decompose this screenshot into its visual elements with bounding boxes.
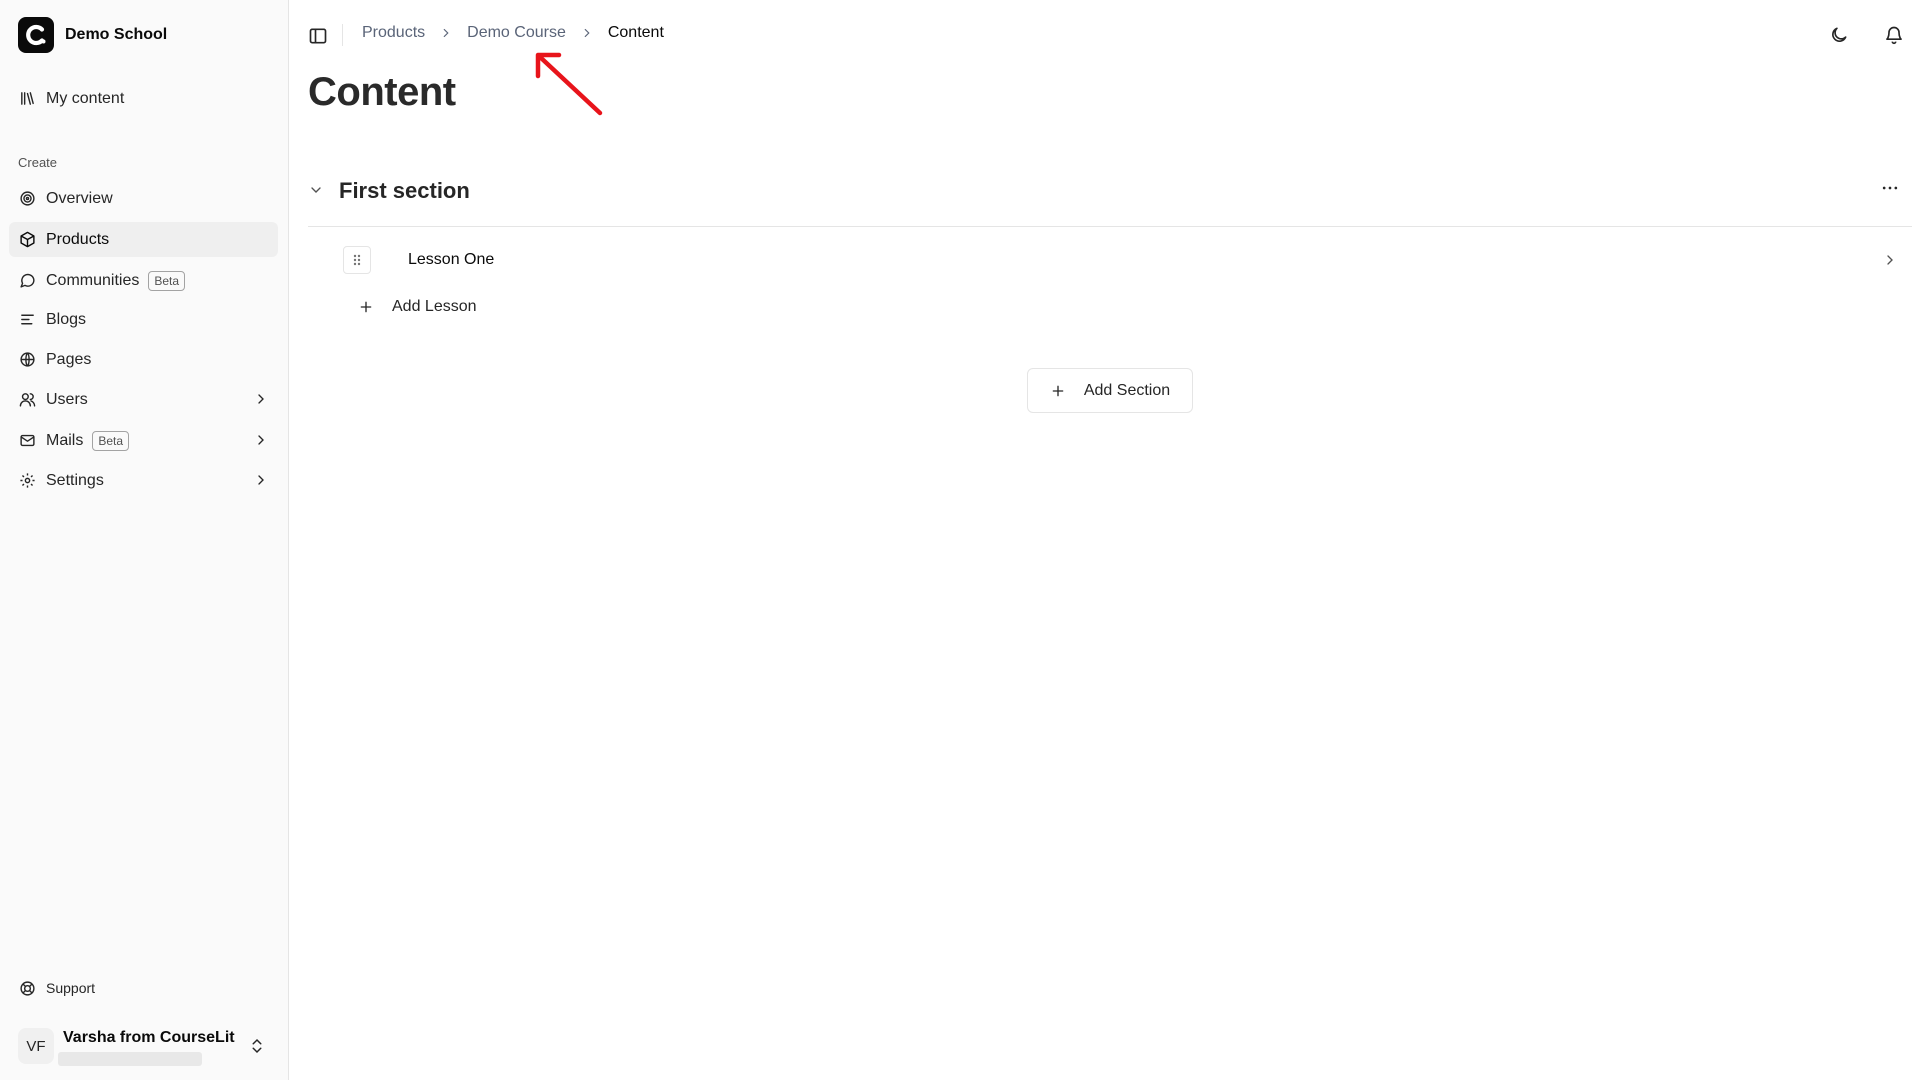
chevron-down-icon[interactable] <box>308 182 324 198</box>
plus-icon <box>360 301 372 313</box>
sidebar-item-settings[interactable]: Settings <box>9 463 278 498</box>
support-link[interactable]: Support <box>9 975 278 1001</box>
more-horizontal-icon[interactable] <box>1880 178 1900 198</box>
add-lesson-button[interactable]: Add Lesson <box>358 298 477 316</box>
brand[interactable]: Demo School <box>18 17 167 53</box>
brand-name: Demo School <box>65 26 168 43</box>
page-title: Content <box>308 70 456 114</box>
lifebuoy-icon <box>18 979 36 997</box>
sidebar-item-blogs[interactable]: Blogs <box>9 302 278 337</box>
breadcrumb-current: Content <box>607 24 664 41</box>
chevron-right-icon <box>258 394 264 404</box>
sidebar-item-label: Blogs <box>46 310 87 328</box>
users-icon <box>18 391 36 409</box>
beta-badge: Beta <box>148 270 186 291</box>
box-icon <box>18 231 36 249</box>
lesson-row[interactable]: Lesson One <box>343 246 1898 276</box>
chevrons-up-down-icon <box>252 1038 262 1054</box>
sidebar-item-mails[interactable]: Mails Beta <box>9 423 278 458</box>
sidebar-item-communities[interactable]: Communities Beta <box>9 263 278 298</box>
sidebar-item-label: Users <box>46 390 88 408</box>
library-icon <box>18 90 36 108</box>
mail-icon <box>18 432 36 450</box>
globe-icon <box>18 351 36 369</box>
moon-icon[interactable] <box>1829 25 1849 45</box>
chevron-right-icon <box>1887 255 1893 265</box>
drag-handle-icon[interactable] <box>343 246 371 274</box>
breadcrumb-demo-course[interactable]: Demo Course <box>467 24 566 42</box>
sidebar-item-label: Mails <box>46 431 84 449</box>
sidebar-item-label: Pages <box>46 350 92 368</box>
sidebar-item-overview[interactable]: Overview <box>9 181 278 216</box>
add-section-label: Add Section <box>1083 381 1171 399</box>
text-lines-icon <box>18 311 36 329</box>
plus-icon <box>1052 385 1064 396</box>
breadcrumb-products[interactable]: Products <box>362 24 425 42</box>
chevron-right-icon <box>258 475 264 485</box>
section-header: First section <box>308 172 1912 227</box>
topbar-divider <box>342 24 343 46</box>
chevron-right-icon <box>258 435 264 445</box>
sidebar-item-pages[interactable]: Pages <box>9 342 278 377</box>
gear-icon <box>18 472 36 490</box>
sidebar-item-products[interactable]: Products <box>9 222 278 257</box>
add-lesson-label: Add Lesson <box>392 298 477 315</box>
target-icon <box>18 190 36 208</box>
user-name: Varsha from CourseLit <box>63 1029 235 1046</box>
sidebar-item-label: Overview <box>46 189 113 207</box>
sidebar-item-users[interactable]: Users <box>9 382 278 417</box>
user-menu[interactable]: VF Varsha from CourseLit <box>18 1028 278 1070</box>
annotation-arrow-icon <box>535 52 603 116</box>
brand-logo-icon <box>18 17 54 53</box>
message-circle-icon <box>18 272 36 290</box>
breadcrumb: Products Demo Course Content <box>362 24 664 42</box>
sidebar-item-my-content[interactable]: My content <box>9 81 278 116</box>
support-label: Support <box>46 980 96 996</box>
sidebar-group-label: Create <box>18 155 58 170</box>
sidebar-item-label: Products <box>46 230 110 248</box>
chevron-right-icon <box>443 28 449 38</box>
avatar: VF <box>18 1028 54 1064</box>
bell-icon[interactable] <box>1884 25 1904 45</box>
sidebar-item-label: Settings <box>46 471 104 489</box>
sidebar-toggle-icon[interactable] <box>308 26 328 46</box>
sidebar-item-label: Communities <box>46 271 140 289</box>
sidebar-item-label: My content <box>46 89 125 107</box>
beta-badge: Beta <box>92 430 130 451</box>
user-email-redacted <box>58 1052 202 1066</box>
lesson-title: Lesson One <box>408 251 495 268</box>
chevron-right-icon <box>584 28 590 38</box>
section-title: First section <box>339 178 470 203</box>
add-section-button[interactable]: Add Section <box>1027 368 1193 413</box>
sidebar: Demo School My content Create Overview P… <box>0 0 289 1080</box>
